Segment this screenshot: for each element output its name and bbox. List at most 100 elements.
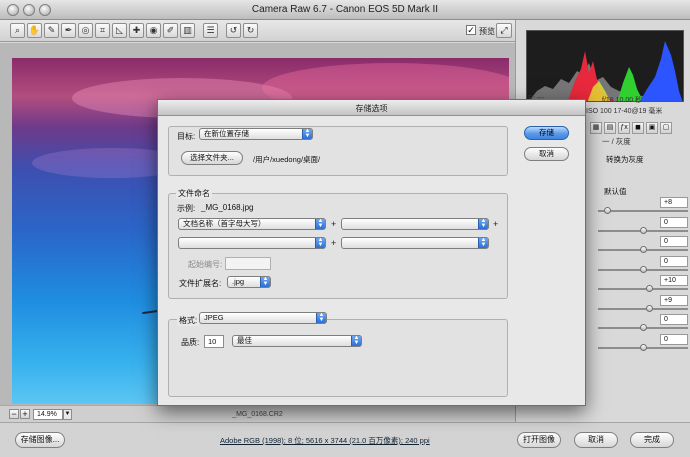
crop-tool-button[interactable]: ⌗ bbox=[95, 23, 110, 38]
select-folder-button[interactable]: 选择文件夹... bbox=[181, 151, 243, 165]
toolbar: ⌕ ✋ ✎ ✒ ◎ ⌗ ◺ ✚ ◉ ✐ ▥ ☰ ↺ ↻ ✓ 预览 ⤢ bbox=[0, 20, 515, 42]
tab-hsl[interactable]: ▦ bbox=[590, 122, 602, 134]
preview-checkbox[interactable]: ✓ bbox=[466, 25, 476, 35]
title-bar[interactable]: Camera Raw 6.7 - Canon EOS 5D Mark II bbox=[0, 0, 690, 20]
slider-value-field[interactable]: 0 bbox=[660, 255, 688, 267]
start-number-field[interactable] bbox=[225, 257, 271, 270]
slider-track[interactable] bbox=[598, 307, 688, 310]
plus-sign: + bbox=[331, 238, 337, 248]
graduated-filter-tool-button[interactable]: ▥ bbox=[180, 23, 195, 38]
naming-select-2[interactable]: ▲ ▼ bbox=[341, 218, 489, 230]
destination-select[interactable]: 在新位置存储 ▲ ▼ bbox=[199, 128, 313, 140]
hand-tool-button[interactable]: ✋ bbox=[27, 23, 42, 38]
adjustment-brush-icon: ✐ bbox=[166, 25, 175, 35]
slider-value-field[interactable]: 0 bbox=[660, 216, 688, 228]
adjustment-slider-row: 0 bbox=[598, 314, 690, 335]
red-eye-tool-button[interactable]: ◉ bbox=[146, 23, 161, 38]
slider-value-field[interactable]: +8 bbox=[660, 197, 688, 208]
iso-info: ISO 100 17-40@19 毫米 bbox=[586, 108, 663, 115]
file-name: _MG_0168.CR2 bbox=[232, 411, 283, 418]
crop-icon: ⌗ bbox=[99, 25, 106, 35]
slider-thumb[interactable] bbox=[646, 285, 653, 292]
naming-select-1[interactable]: 文档名称（首字母大写） ▲ ▼ bbox=[178, 218, 326, 230]
naming-select-3[interactable]: ▲ ▼ bbox=[178, 237, 326, 249]
cancel-main-button[interactable]: 取消 bbox=[574, 432, 618, 448]
preferences-tool-button[interactable]: ☰ bbox=[203, 23, 218, 38]
target-adjustment-tool-button[interactable]: ◎ bbox=[78, 23, 93, 38]
red-eye-icon: ◉ bbox=[149, 25, 158, 35]
tab-snapshots[interactable]: ▢ bbox=[660, 122, 672, 134]
bottom-bar: 存储图像... Adobe RGB (1998); 8 位; 5616 x 37… bbox=[0, 422, 690, 457]
straighten-icon: ◺ bbox=[116, 25, 123, 35]
quality-preset-select[interactable]: 最佳 ▲ ▼ bbox=[232, 335, 362, 347]
white-balance-icon: ✎ bbox=[47, 25, 56, 35]
rotate-left-tool-button[interactable]: ↺ bbox=[226, 23, 241, 38]
select-arrows-icon: ▲ ▼ bbox=[478, 219, 488, 229]
quality-label: 品质: bbox=[181, 338, 200, 347]
zoom-tool-button[interactable]: ⌕ bbox=[10, 23, 25, 38]
convert-gray-label[interactable]: 转换为灰度 bbox=[606, 154, 644, 165]
open-image-button[interactable]: 打开图像 bbox=[517, 432, 561, 448]
adjustment-slider-row: 0 bbox=[598, 236, 690, 257]
default-link[interactable]: 默认值 bbox=[604, 186, 627, 197]
straighten-tool-button[interactable]: ◺ bbox=[112, 23, 127, 38]
slider-thumb[interactable] bbox=[646, 304, 653, 312]
white-balance-tool-button[interactable]: ✎ bbox=[44, 23, 59, 38]
plus-sign: + bbox=[493, 219, 499, 229]
fullscreen-button[interactable]: ⤢ bbox=[496, 23, 512, 38]
slider-track[interactable] bbox=[598, 288, 688, 290]
adjustment-slider-row: 0 bbox=[598, 255, 690, 277]
quality-field[interactable]: 10 bbox=[204, 335, 224, 348]
slider-value-field[interactable]: 0 bbox=[660, 236, 688, 247]
tab-presets[interactable]: ▣ bbox=[646, 122, 658, 134]
histogram-graph bbox=[528, 41, 683, 101]
workflow-options-link[interactable]: Adobe RGB (1998); 8 位; 5616 x 3744 (21.0… bbox=[220, 435, 430, 446]
tab-detail[interactable]: ƒx bbox=[618, 122, 630, 134]
slider-value-field[interactable]: 0 bbox=[660, 333, 688, 345]
save-button[interactable]: 存储 bbox=[524, 126, 569, 140]
dialog-title-bar[interactable]: 存储选项 bbox=[158, 100, 585, 116]
rotate-right-icon: ↻ bbox=[246, 25, 255, 35]
rotate-left-icon: ↺ bbox=[229, 25, 238, 35]
slider-thumb[interactable] bbox=[640, 226, 647, 234]
rotate-right-tool-button[interactable]: ↻ bbox=[243, 23, 258, 38]
example-label: 示例: bbox=[177, 204, 196, 213]
slider-thumb[interactable] bbox=[640, 343, 647, 351]
adjustment-slider-row: 0 bbox=[598, 333, 690, 355]
select-arrows-icon: ▲ ▼ bbox=[260, 277, 270, 287]
spot-removal-tool-button[interactable]: ✚ bbox=[129, 23, 144, 38]
adjustment-brush-tool-button[interactable]: ✐ bbox=[163, 23, 178, 38]
slider-thumb[interactable] bbox=[640, 324, 647, 331]
cancel-button[interactable]: 取消 bbox=[524, 147, 569, 161]
tab-camera-calibration[interactable]: ◼ bbox=[632, 122, 644, 134]
graduated-filter-icon: ▥ bbox=[183, 25, 192, 35]
window-title: Camera Raw 6.7 - Canon EOS 5D Mark II bbox=[251, 4, 439, 15]
select-arrows-icon: ▲ ▼ bbox=[315, 238, 325, 248]
naming-value-1: 文档名称（首字母大写） bbox=[183, 219, 266, 228]
adjustment-slider-row: +9 bbox=[598, 294, 690, 316]
slider-value-field[interactable]: +9 bbox=[660, 294, 688, 306]
preview-label: 预览 bbox=[479, 27, 495, 36]
slider-value-field[interactable]: 0 bbox=[660, 314, 688, 325]
tab-split-toning[interactable]: ▤ bbox=[604, 122, 616, 134]
slider-thumb[interactable] bbox=[640, 246, 647, 253]
select-arrows-icon: ▲ ▼ bbox=[302, 129, 312, 139]
format-select[interactable]: JPEG ▲ ▼ bbox=[199, 312, 327, 324]
slider-value-field[interactable]: +10 bbox=[660, 275, 688, 286]
extension-label: 文件扩展名: bbox=[179, 279, 222, 288]
save-image-button[interactable]: 存储图像... bbox=[15, 432, 65, 448]
naming-select-4[interactable]: ▲ ▼ bbox=[341, 237, 489, 249]
select-arrows-icon: ▲ ▼ bbox=[316, 313, 326, 323]
file-naming-title: 文件命名 bbox=[176, 188, 212, 199]
hand-icon: ✋ bbox=[28, 25, 41, 35]
adjustment-slider-row: 0 bbox=[598, 216, 690, 238]
slider-thumb[interactable] bbox=[604, 207, 611, 214]
select-arrows-icon: ▲ ▼ bbox=[478, 238, 488, 248]
extension-select[interactable]: .jpg ▲ ▼ bbox=[227, 276, 271, 288]
color-sampler-tool-button[interactable]: ✒ bbox=[61, 23, 76, 38]
plus-sign: + bbox=[331, 219, 337, 229]
panel-header: 一 / 灰度 bbox=[602, 137, 631, 146]
slider-track[interactable] bbox=[598, 210, 688, 212]
done-button[interactable]: 完成 bbox=[630, 432, 674, 448]
slider-thumb[interactable] bbox=[640, 265, 647, 273]
